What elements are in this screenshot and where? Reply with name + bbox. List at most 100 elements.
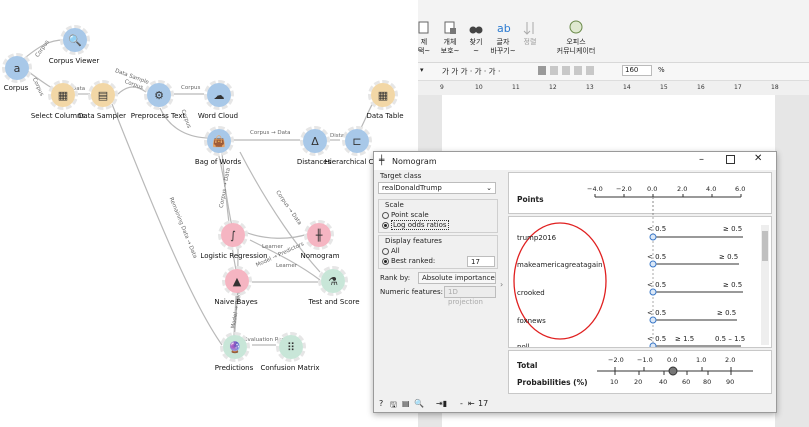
point-scale-radio[interactable]: Point scale (382, 211, 429, 219)
axis-tick: 0.0 (647, 185, 658, 193)
replace-icon: ab (497, 22, 511, 35)
vertical-scrollbar[interactable] (761, 225, 769, 345)
node-bag-of-words[interactable]: 👜 (204, 126, 234, 156)
zoom-unit[interactable]: % (658, 66, 665, 74)
axis-tick: −1.0 (637, 356, 653, 364)
find-button[interactable]: 찾기 ~ (464, 20, 488, 56)
ruler[interactable]: 9 10 11 12 13 14 15 16 17 18 (418, 81, 809, 96)
node-data-table[interactable]: ▦ (368, 80, 398, 110)
node-logistic-regression[interactable]: ∫ (218, 220, 248, 250)
node-word-cloud[interactable]: ☁ (204, 80, 234, 110)
axis-tick: 2.0 (677, 185, 688, 193)
feature-value-right: ≥ 0.5 (719, 253, 739, 261)
help-icon[interactable]: ? (379, 399, 383, 408)
node-test-and-score[interactable]: ⚗ (318, 266, 348, 296)
title-bar[interactable]: ╪ Nomogram – ✕ (374, 152, 776, 170)
axis-tick: −2.0 (608, 356, 624, 364)
target-class-label: Target class (380, 172, 422, 180)
office-communicator-button[interactable]: 오피스 커뮤니케이터 (554, 20, 598, 56)
scale-group: Scale Point scale Log odds ratios (378, 199, 498, 233)
sigmoid-icon: ∫ (221, 223, 245, 247)
node-confusion-matrix[interactable]: ⠿ (276, 332, 306, 362)
axis-tick: 2.0 (725, 356, 736, 364)
replace-button[interactable]: ab 글자 바꾸기~ (488, 20, 518, 56)
minimize-button[interactable]: – (699, 154, 704, 165)
axis-tick: 80 (703, 378, 712, 386)
sort-button[interactable]: 정렬 (518, 20, 542, 47)
feature-value-right: ≥ 0.5 (723, 225, 743, 233)
orange-canvas[interactable]: Corpus Corpus Data Data Sample Corpus Co… (0, 0, 418, 427)
dendrogram-icon: ⊏ (345, 129, 369, 153)
features-panel[interactable]: trump2016 < 0.5 ≥ 0.5 makeamericagreatag… (508, 216, 772, 348)
scale-label: Scale (385, 201, 404, 209)
font-style-buttons[interactable]: 가 가 가 · 가 · 가 · (442, 66, 500, 77)
bayes-icon: ▲ (225, 269, 249, 293)
rank-by-select[interactable]: Absolute importance (418, 272, 496, 284)
align-right-icon[interactable] (574, 66, 582, 75)
all-radio[interactable]: All (382, 247, 400, 255)
node-select-columns[interactable]: ▦ (48, 80, 78, 110)
align-center-icon[interactable] (562, 66, 570, 75)
svg-text:ab: ab (497, 22, 511, 35)
axis-tick: −2.0 (616, 185, 632, 193)
axis-tick: 90 (726, 378, 735, 386)
align-distribute-icon[interactable] (586, 66, 594, 75)
lock-icon (444, 21, 456, 34)
node-corpus[interactable]: a (2, 53, 32, 83)
ruler-tick: 17 (734, 84, 742, 91)
target-class-select[interactable]: realDonaldTrump ⌄ (378, 182, 496, 194)
chevron-down-icon: ⌄ (486, 184, 492, 192)
node-predictions[interactable]: 🔮 (220, 332, 250, 362)
window-title: Nomogram (392, 157, 437, 166)
node-corpus-viewer[interactable]: 🔍 (60, 25, 90, 55)
axis-tick: 40 (659, 378, 668, 386)
best-ranked-spinbox[interactable]: 17 (467, 256, 495, 267)
best-ranked-radio[interactable]: Best ranked: (382, 257, 435, 265)
report-icon[interactable]: ▤ (402, 399, 410, 408)
numeric-features-select[interactable]: 1D projection (444, 286, 496, 306)
corpus-icon: a (5, 56, 29, 80)
node-distances[interactable]: Δ (300, 126, 330, 156)
crystal-ball-icon: 🔮 (223, 335, 247, 359)
zoom-input[interactable]: 160 (622, 65, 652, 76)
zoom-icon[interactable]: 🔍 (414, 399, 424, 408)
points-axis (594, 194, 742, 215)
select-button[interactable]: 제 택~ (412, 20, 436, 56)
display-features-group: Display features All Best ranked: 17 (378, 235, 498, 269)
node-label: Data Table (366, 112, 404, 120)
node-naive-bayes[interactable]: ▲ (222, 266, 252, 296)
scrollbar-thumb[interactable] (762, 231, 768, 261)
nomogram-window[interactable]: ╪ Nomogram – ✕ Target class realDonaldTr… (373, 151, 777, 413)
feature-value-left: < 0.5 (647, 281, 667, 289)
table-icon: ▦ (51, 83, 75, 107)
node-nomogram[interactable]: ╫ (304, 220, 334, 250)
delta-icon: Δ (303, 129, 327, 153)
sampler-icon: ▤ (91, 83, 115, 107)
feature-name: foxnews (517, 317, 546, 325)
node-label: Preprocess Text (130, 112, 186, 120)
axis-tick: 20 (634, 378, 643, 386)
node-data-sampler[interactable]: ▤ (88, 80, 118, 110)
log-odds-radio[interactable]: Log odds ratios (382, 220, 449, 230)
node-preprocess-text[interactable]: ⚙ (144, 80, 174, 110)
binoculars-icon (469, 26, 483, 34)
edge-label: Corpus (181, 85, 201, 91)
close-button[interactable]: ✕ (754, 153, 762, 164)
matrix-icon: ⠿ (279, 335, 303, 359)
node-hierarchical-clustering[interactable]: ⊏ (342, 126, 372, 156)
align-justify-icon[interactable] (538, 66, 546, 75)
node-label: Word Cloud (197, 112, 239, 120)
input-icon: ⇥▮ (436, 399, 448, 408)
axis-tick: 4.0 (706, 185, 717, 193)
protect-object-button[interactable]: 개체 보호~ (438, 20, 462, 56)
maximize-button[interactable] (726, 155, 735, 164)
align-left-icon[interactable] (550, 66, 558, 75)
collapse-arrow-icon[interactable]: › (500, 280, 503, 289)
feature-value-right: ≥ 0.5 (723, 281, 743, 289)
output-count: 17 (478, 399, 489, 408)
axis-tick: 1.0 (696, 356, 707, 364)
save-icon[interactable]: 🖫 (390, 399, 397, 413)
feature-value-right: ≥ 0.5 (717, 309, 737, 317)
separator: - (460, 399, 463, 408)
stepper-icon[interactable]: ▾ (420, 66, 424, 74)
